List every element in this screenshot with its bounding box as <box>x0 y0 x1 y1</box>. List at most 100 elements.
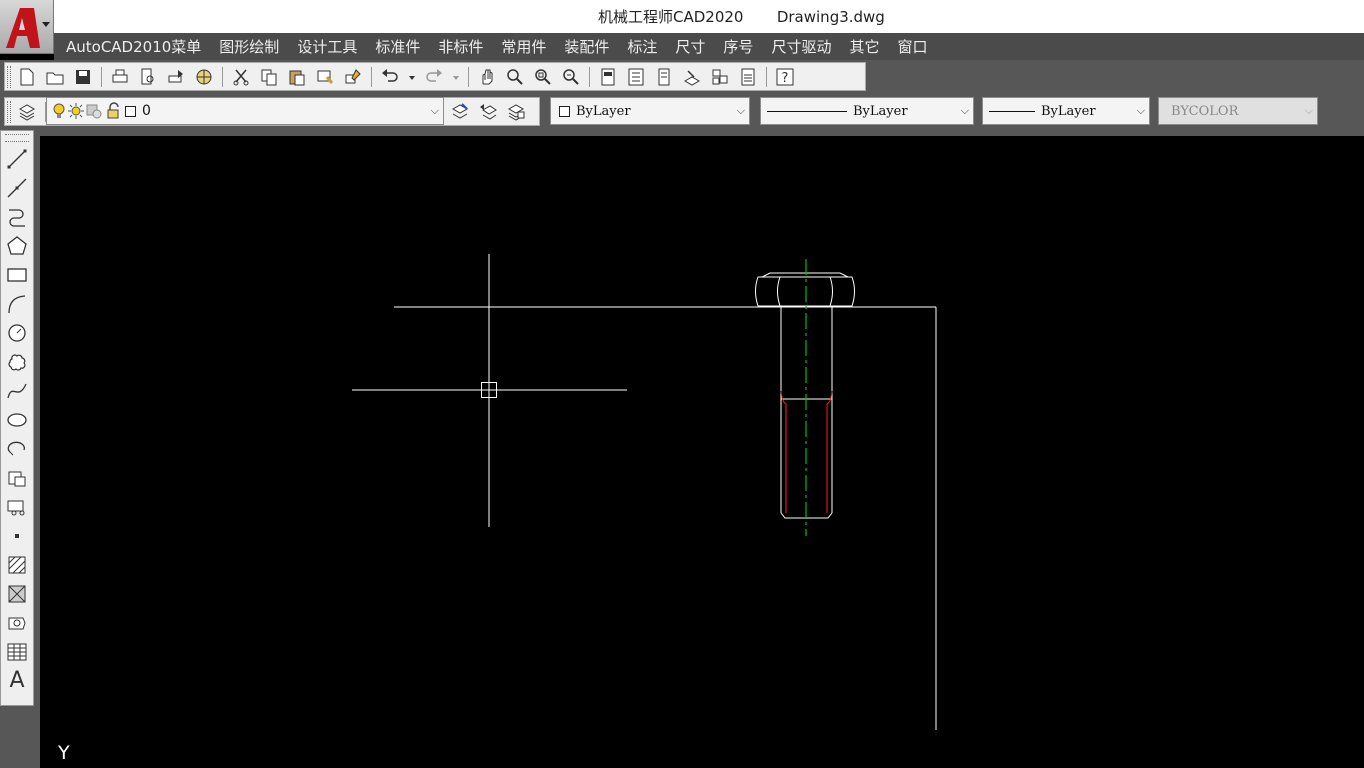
rectangle-icon[interactable] <box>3 261 31 288</box>
color-swatch <box>559 105 570 117</box>
linetype-value: ByLayer <box>853 103 908 119</box>
drawing-area[interactable] <box>40 136 1364 768</box>
menu-standard-parts[interactable]: 标准件 <box>375 36 420 57</box>
toolbar-separator <box>371 66 372 87</box>
menu-assembly-parts[interactable]: 装配件 <box>564 36 609 57</box>
color-value: ByLayer <box>576 103 631 119</box>
standard-toolbar-row: ? <box>0 60 1364 94</box>
help-icon[interactable]: ? <box>774 66 796 88</box>
zoom-previous-icon[interactable] <box>560 66 582 88</box>
menu-sequence[interactable]: 序号 <box>723 36 753 57</box>
open-icon[interactable] <box>44 66 66 88</box>
lock-icon <box>107 102 119 119</box>
menu-bar: AutoCAD2010菜单 图形绘制 设计工具 标准件 非标件 常用件 装配件 … <box>54 33 1364 60</box>
cut-icon[interactable] <box>230 66 252 88</box>
print-icon[interactable] <box>109 66 131 88</box>
block-editor-icon[interactable] <box>342 66 364 88</box>
redo-dropdown-icon[interactable] <box>451 66 461 88</box>
toolbar-separator <box>766 66 767 87</box>
color-dropdown[interactable]: ByLayer ⌵ <box>550 97 750 125</box>
menu-draw[interactable]: 图形绘制 <box>219 36 279 57</box>
design-center-icon[interactable] <box>625 66 647 88</box>
markup-icon[interactable] <box>681 66 703 88</box>
plotstyle-dropdown[interactable]: BYCOLOR ⌵ <box>1158 97 1318 125</box>
layer-previous-icon[interactable] <box>477 101 499 123</box>
linetype-preview <box>767 110 847 112</box>
layer-state-icon[interactable] <box>505 101 527 123</box>
make-current-icon[interactable] <box>449 101 471 123</box>
lineweight-preview <box>989 110 1035 112</box>
title-bar: 机械工程师CAD2020 Drawing3.dwg <box>0 0 1364 33</box>
toolbar-grip[interactable] <box>7 101 11 123</box>
pan-icon[interactable] <box>476 66 498 88</box>
copy-icon[interactable] <box>258 66 280 88</box>
crosshair-cursor <box>352 254 627 527</box>
make-block-icon[interactable] <box>3 493 31 520</box>
zoom-window-icon[interactable] <box>532 66 554 88</box>
lineweight-dropdown[interactable]: ByLayer ⌵ <box>982 97 1150 125</box>
menu-dimension[interactable]: 尺寸 <box>675 36 705 57</box>
chevron-down-icon: ⌵ <box>430 104 439 117</box>
paste-icon[interactable] <box>286 66 308 88</box>
layer-properties-icon[interactable] <box>16 101 38 123</box>
layer-dropdown[interactable]: 0 ⌵ <box>46 97 444 125</box>
gradient-icon[interactable] <box>3 580 31 607</box>
bulb-on-icon <box>53 103 65 118</box>
toolbar-separator <box>101 66 102 87</box>
menu-window[interactable]: 窗口 <box>897 36 927 57</box>
3d-dwf-icon[interactable] <box>193 66 215 88</box>
revision-cloud-icon[interactable] <box>3 348 31 375</box>
application-menu-button[interactable] <box>0 0 54 54</box>
tool-palettes-icon[interactable] <box>653 66 675 88</box>
chevron-down-icon: ⌵ <box>1136 104 1145 117</box>
ucs-y-axis-label: Y <box>58 742 70 764</box>
sheet-set-icon[interactable] <box>709 66 731 88</box>
line-icon[interactable] <box>3 145 31 172</box>
zoom-realtime-icon[interactable] <box>504 66 526 88</box>
chevron-down-icon: ⌵ <box>1304 104 1313 117</box>
undo-icon[interactable] <box>379 66 401 88</box>
multiline-text-icon[interactable]: A <box>3 667 31 694</box>
menu-annotation[interactable]: 标注 <box>627 36 657 57</box>
drawing-canvas[interactable] <box>40 136 1364 768</box>
chevron-down-icon: ⌵ <box>736 104 745 117</box>
ellipse-arc-icon[interactable] <box>3 435 31 462</box>
new-icon[interactable] <box>16 66 38 88</box>
toolbar-grip[interactable] <box>5 134 29 142</box>
table-icon[interactable] <box>3 638 31 665</box>
arc-icon[interactable] <box>3 290 31 317</box>
window-title: 机械工程师CAD2020 Drawing3.dwg <box>598 8 885 26</box>
toolbar-grip[interactable] <box>7 66 11 88</box>
plotstyle-value: BYCOLOR <box>1171 103 1239 119</box>
layers-properties-toolbar-row: 0 ⌵ ByLayer ⌵ ByLayer ⌵ ByLayer ⌵ BYCOLO… <box>0 94 1364 130</box>
hatch-icon[interactable] <box>3 551 31 578</box>
polygon-icon[interactable] <box>3 232 31 259</box>
point-icon[interactable] <box>3 522 31 549</box>
menu-nonstandard-parts[interactable]: 非标件 <box>438 36 483 57</box>
redo-icon[interactable] <box>423 66 445 88</box>
menu-autocad2010[interactable]: AutoCAD2010菜单 <box>66 36 201 57</box>
circle-icon[interactable] <box>3 319 31 346</box>
menu-design-tools[interactable]: 设计工具 <box>297 36 357 57</box>
linetype-dropdown[interactable]: ByLayer ⌵ <box>760 97 974 125</box>
save-icon[interactable] <box>72 66 94 88</box>
match-properties-icon[interactable] <box>314 66 336 88</box>
sun-icon <box>68 103 84 119</box>
spline-icon[interactable] <box>3 377 31 404</box>
properties-icon[interactable] <box>597 66 619 88</box>
calculator-icon[interactable] <box>737 66 759 88</box>
menu-common-parts[interactable]: 常用件 <box>501 36 546 57</box>
region-icon[interactable] <box>3 609 31 636</box>
menu-other[interactable]: 其它 <box>849 36 879 57</box>
ellipse-icon[interactable] <box>3 406 31 433</box>
menu-dimension-drive[interactable]: 尺寸驱动 <box>771 36 831 57</box>
publish-icon[interactable] <box>165 66 187 88</box>
print-preview-icon[interactable] <box>137 66 159 88</box>
polyline-icon[interactable] <box>3 203 31 230</box>
insert-block-icon[interactable] <box>3 464 31 491</box>
svg-text:?: ? <box>782 71 789 86</box>
undo-dropdown-icon[interactable] <box>407 66 417 88</box>
layer-tools-group <box>444 97 540 126</box>
layer-color-swatch <box>125 105 136 117</box>
construction-line-icon[interactable] <box>3 174 31 201</box>
